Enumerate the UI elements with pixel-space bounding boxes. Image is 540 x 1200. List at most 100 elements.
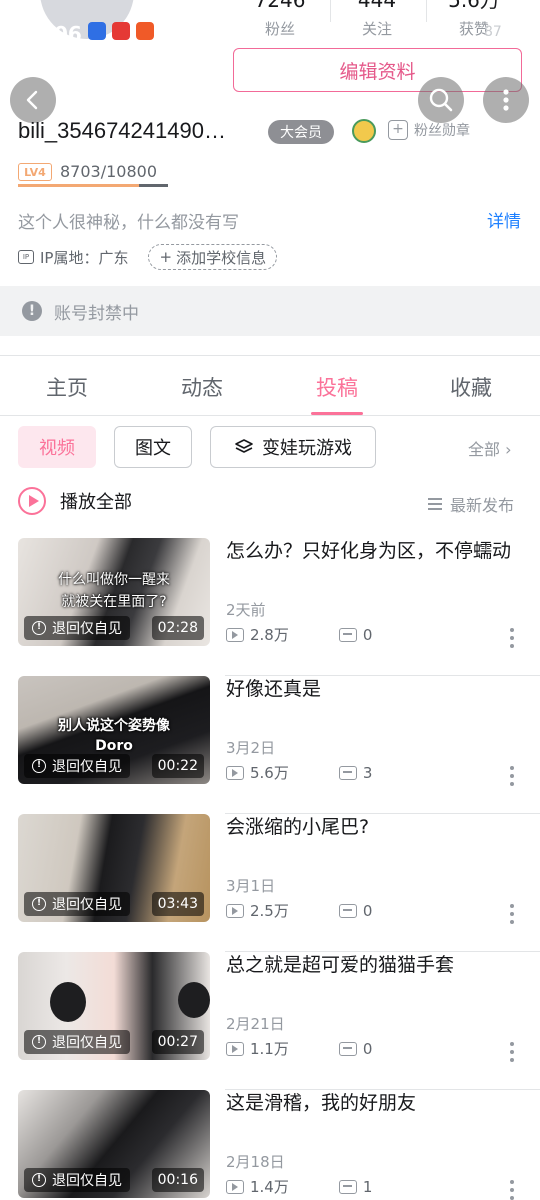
- all-filters-link[interactable]: 全部 ›: [468, 436, 512, 460]
- video-thumbnail[interactable]: 别人说这个姿势像 Doro ! 退回仅自见 00:22: [18, 676, 210, 784]
- review-status-badge: ! 退回仅自见: [24, 1030, 130, 1054]
- comment-count: 0: [362, 1039, 373, 1058]
- play-count-icon: [226, 627, 244, 642]
- video-date: 3月2日: [226, 739, 276, 757]
- vip-badge[interactable]: 大会员: [268, 120, 334, 144]
- more-vertical-icon[interactable]: [506, 904, 518, 924]
- play-all-button[interactable]: 播放全部: [18, 487, 132, 515]
- video-title[interactable]: 这是滑稽，我的好朋友: [226, 1090, 526, 1117]
- stat-divider: [426, 0, 427, 22]
- video-item[interactable]: ! 退回仅自见 00:27 总之就是超可爱的猫猫手套 2月21日 1.1万 0: [0, 952, 540, 1090]
- ip-location-text: IP属地：广东: [40, 248, 129, 267]
- more-options-button[interactable]: [483, 77, 529, 123]
- video-title[interactable]: 好像还真是: [226, 676, 526, 703]
- comment-icon: [338, 1179, 357, 1194]
- video-date: 2天前: [226, 601, 266, 619]
- search-icon: [429, 88, 453, 112]
- play-count-icon: [226, 1179, 244, 1194]
- fan-medal-label: 粉丝勋章: [414, 123, 470, 139]
- review-status-text: 退回仅自见: [52, 897, 122, 913]
- username: bili_354674241490…: [18, 118, 226, 143]
- video-title[interactable]: 会涨缩的小尾巴?: [226, 814, 526, 841]
- more-vertical-icon[interactable]: [506, 1042, 518, 1062]
- thumbnail-caption: Doro: [95, 738, 133, 754]
- video-item[interactable]: 别人说这个姿势像 Doro ! 退回仅自见 00:22 好像还真是 3月2日 5.…: [0, 676, 540, 814]
- layers-icon: [235, 439, 253, 453]
- review-status-text: 退回仅自见: [52, 1173, 122, 1189]
- edit-profile-button[interactable]: 编辑资料: [233, 48, 522, 92]
- detail-link[interactable]: 详情: [487, 207, 521, 232]
- back-button[interactable]: [10, 77, 56, 123]
- stat-likes-count: 5.6万: [448, 0, 500, 12]
- more-vertical-icon[interactable]: [506, 1180, 518, 1200]
- video-date: 3月1日: [226, 877, 276, 895]
- tab-submissions[interactable]: 投稿: [287, 372, 387, 402]
- video-item[interactable]: 什么叫做你一醒来 就被关在里面了? ! 退回仅自见 02:28 怎么办？只好化身为…: [0, 538, 540, 676]
- video-thumbnail[interactable]: ! 退回仅自见 03:43: [18, 814, 210, 922]
- filter-video-chip[interactable]: 视频: [18, 426, 96, 468]
- more-vertical-icon[interactable]: [506, 766, 518, 786]
- ip-location-row: IP IP属地：广东 + 添加学校信息: [18, 244, 278, 270]
- tab-favorites[interactable]: 收藏: [421, 372, 521, 402]
- filter-game-label: 变娃玩游戏: [262, 438, 352, 459]
- exp-progress-bar: [18, 184, 168, 187]
- comment-count: 1: [362, 1177, 373, 1196]
- exclamation-icon: !: [22, 301, 42, 321]
- tab-dynamic[interactable]: 动态: [152, 372, 252, 402]
- view-count: 1.4万: [250, 1178, 289, 1196]
- corner-badge: 87: [484, 24, 502, 40]
- exp-progress-fill: [18, 184, 139, 187]
- video-thumbnail[interactable]: ! 退回仅自见 00:27: [18, 952, 210, 1060]
- video-duration: 00:16: [151, 1168, 204, 1192]
- comment-icon: [338, 1041, 357, 1056]
- video-date: 2月18日: [226, 1153, 285, 1171]
- more-vertical-icon[interactable]: [506, 628, 518, 648]
- video-stats: 1.4万 1: [226, 1176, 372, 1197]
- video-title[interactable]: 怎么办？只好化身为区，不停蠕动: [226, 538, 526, 565]
- sort-button[interactable]: 最新发布: [428, 492, 514, 516]
- thumbnail-caption: 别人说这个姿势像: [58, 718, 170, 734]
- active-tab-indicator: [311, 412, 363, 415]
- add-school-label: 添加学校信息: [176, 248, 267, 267]
- add-school-button[interactable]: + 添加学校信息: [148, 244, 278, 270]
- video-item[interactable]: ! 退回仅自见 00:16 这是滑稽，我的好朋友 2月18日 1.4万 1: [0, 1090, 540, 1200]
- stat-following[interactable]: 444 关注: [337, 0, 417, 39]
- stat-followers-count: 7246: [254, 0, 306, 12]
- app-icon: [88, 22, 106, 40]
- video-stats: 5.6万 3: [226, 762, 372, 783]
- filter-game-chip[interactable]: 变娃玩游戏: [210, 426, 376, 468]
- review-status-badge: ! 退回仅自见: [24, 892, 130, 916]
- review-status-text: 退回仅自见: [52, 621, 122, 637]
- stat-likes-label: 获赞: [458, 20, 489, 38]
- paw-glove-left: [50, 982, 86, 1022]
- comment-icon: [338, 765, 357, 780]
- comment-icon: [338, 903, 357, 918]
- medal-icon[interactable]: [352, 119, 376, 143]
- video-title[interactable]: 总之就是超可爱的猫猫手套: [226, 952, 526, 979]
- exp-text: 8703/10800: [60, 162, 158, 181]
- video-stats: 2.8万 0: [226, 624, 372, 645]
- app-icon: [112, 22, 130, 40]
- ban-notice-text: 账号封禁中: [54, 303, 139, 324]
- alert-icon: !: [32, 897, 46, 911]
- more-vertical-icon: [503, 89, 509, 111]
- tab-home[interactable]: 主页: [17, 372, 117, 402]
- search-button[interactable]: [418, 77, 464, 123]
- video-thumbnail[interactable]: 什么叫做你一醒来 就被关在里面了? ! 退回仅自见 02:28: [18, 538, 210, 646]
- video-item[interactable]: ! 退回仅自见 03:43 会涨缩的小尾巴? 3月1日 2.5万 0: [0, 814, 540, 952]
- stat-divider: [330, 0, 331, 22]
- review-status-badge: ! 退回仅自见: [24, 1168, 130, 1192]
- fan-medal-button[interactable]: + 粉丝勋章: [388, 120, 470, 140]
- video-duration: 00:27: [151, 1030, 204, 1054]
- stat-followers[interactable]: 7246 粉丝: [240, 0, 320, 39]
- stat-likes[interactable]: 5.6万 获赞: [434, 0, 514, 39]
- comment-count: 0: [362, 625, 373, 644]
- sort-label: 最新发布: [450, 496, 515, 515]
- filter-article-chip[interactable]: 图文: [114, 426, 192, 468]
- status-app-icons: [88, 22, 154, 40]
- review-status-text: 退回仅自见: [52, 1035, 122, 1051]
- ip-icon: IP: [18, 250, 34, 264]
- video-thumbnail[interactable]: ! 退回仅自见 00:16: [18, 1090, 210, 1198]
- review-status-badge: ! 退回仅自见: [24, 754, 130, 778]
- review-status-text: 退回仅自见: [52, 759, 122, 775]
